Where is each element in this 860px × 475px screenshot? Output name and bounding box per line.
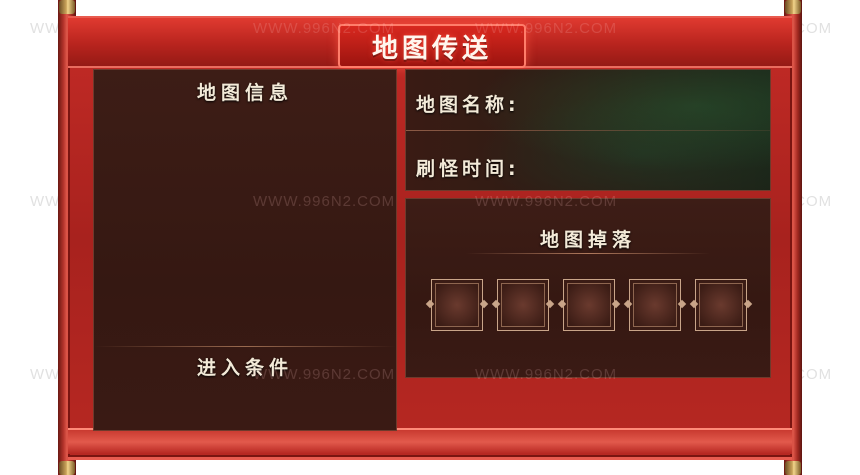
refresh-time-label: 刷怪时间:	[416, 158, 520, 180]
drop-item-slot[interactable]	[431, 279, 483, 331]
drop-item-slot[interactable]	[497, 279, 549, 331]
rod-cap	[59, 461, 75, 475]
map-details-panel: 地图名称: 刷怪时间:	[405, 69, 771, 191]
rod-cap	[785, 0, 801, 14]
window-title: 地图传送	[371, 33, 492, 64]
title-ornament	[466, 253, 710, 254]
rod-cap	[785, 461, 801, 475]
drop-slot-row	[428, 279, 752, 335]
map-drops-title: 地图掉落	[539, 229, 636, 251]
drop-item-slot[interactable]	[695, 279, 747, 331]
divider	[94, 346, 396, 347]
drop-item-slot[interactable]	[563, 279, 615, 331]
title-plate: 地图传送	[338, 24, 526, 68]
map-name-label: 地图名称:	[416, 94, 520, 116]
map-info-title: 地图信息	[196, 82, 293, 104]
window-footer	[68, 428, 792, 454]
divider	[406, 130, 770, 131]
entry-conditions-title: 进入条件	[196, 357, 293, 379]
map-info-panel: 地图信息 进入条件	[93, 69, 397, 431]
drop-item-slot[interactable]	[629, 279, 681, 331]
rod-cap	[59, 0, 75, 14]
map-drops-panel: 地图掉落	[405, 198, 771, 378]
